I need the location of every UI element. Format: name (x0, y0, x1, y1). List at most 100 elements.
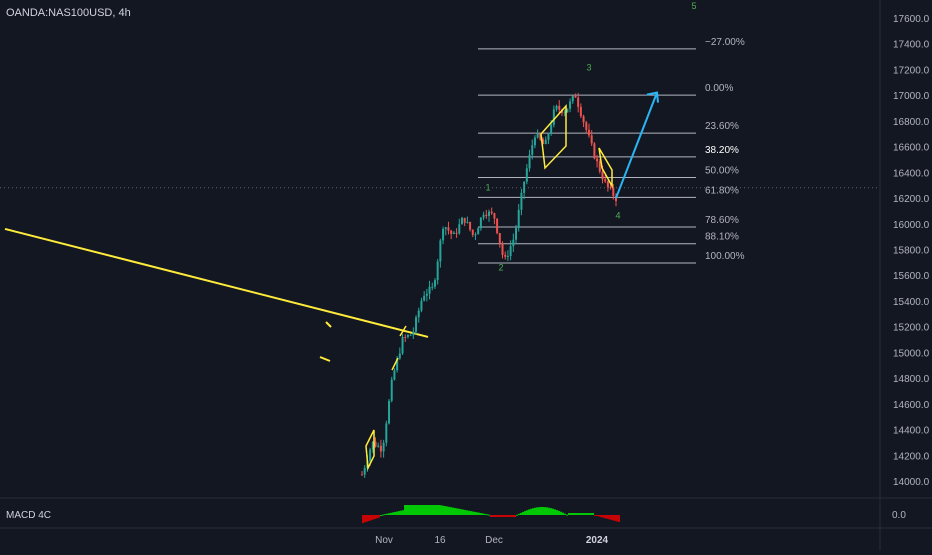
macd-bar (434, 505, 436, 515)
macd-bar (416, 505, 418, 515)
macd-bar (506, 515, 508, 517)
macd-bar (520, 512, 522, 515)
candle-body (488, 211, 490, 216)
price-chart[interactable]: 14000.0 14200.0 14400.0 14600.0 14800.0 15000… (0, 0, 932, 550)
y-tick-label: 15800.0 (893, 246, 930, 257)
macd-bar (526, 510, 528, 515)
macd-bar (394, 511, 396, 515)
macd-bar (468, 510, 470, 515)
macd-bar (362, 515, 364, 523)
macd-bar (574, 513, 576, 515)
candle-body (504, 254, 507, 257)
macd-bar (440, 505, 442, 515)
candle-body (450, 230, 453, 235)
macd-bar (432, 505, 434, 515)
macd-bar (538, 507, 540, 515)
macd-bar (564, 513, 566, 515)
wave-label: 4 (615, 211, 620, 221)
macd-bar (490, 515, 492, 517)
macd-bar (472, 511, 474, 515)
macd-bar (442, 505, 444, 515)
macd-bar (592, 513, 594, 515)
macd-bar (510, 515, 512, 517)
macd-bar (542, 507, 544, 515)
candle-body (415, 317, 418, 332)
candle-body (585, 122, 588, 130)
candle-body (447, 227, 450, 231)
candle-body (439, 240, 442, 262)
candle-body (558, 105, 561, 110)
candle-body (398, 353, 401, 359)
fib-level-label: 38.20% (705, 145, 739, 156)
candle-body (460, 217, 463, 225)
macd-bar (548, 507, 550, 515)
macd-bar (386, 513, 388, 515)
candle-body (474, 234, 477, 236)
wave-label: 5 (691, 1, 696, 11)
fib-level-label: 88.10% (705, 232, 739, 243)
macd-bar (410, 505, 412, 515)
macd-bar (476, 512, 478, 515)
macd-bar (540, 507, 542, 515)
candle-body (515, 228, 518, 240)
macd-bar (532, 508, 534, 515)
macd-bar (392, 512, 394, 515)
macd-bar (420, 505, 422, 515)
candle-body (574, 96, 577, 98)
candle-body (477, 228, 480, 235)
y-tick-label: 14000.0 (893, 477, 930, 488)
macd-bar (608, 515, 610, 520)
candle-body (377, 445, 380, 447)
macd-bar (418, 505, 420, 515)
candle-body (463, 217, 466, 223)
candle-body (525, 168, 528, 182)
candle-body (590, 135, 593, 144)
macd-bar (480, 513, 482, 515)
candle-body (471, 229, 474, 235)
chart-area[interactable]: OANDA:NAS100USD, 4h MACD 4C 0.0 14000.0 1… (0, 0, 932, 550)
candle-body (552, 109, 555, 125)
symbol-title: OANDA:NAS100USD, 4h (6, 7, 131, 19)
fib-level-label: 23.60% (705, 121, 739, 132)
macd-bar (566, 514, 568, 516)
candle-body (509, 246, 512, 256)
candle-body (428, 286, 431, 294)
macd-bar (458, 508, 460, 515)
macd-bar (382, 514, 384, 516)
macd-bar (570, 513, 572, 515)
macd-bar (502, 515, 504, 517)
candle-body (544, 139, 547, 145)
macd-bar (364, 515, 366, 523)
macd-bar (580, 513, 582, 515)
macd-bar (616, 515, 618, 522)
y-tick-label: 15200.0 (893, 323, 930, 334)
candle-body (442, 228, 445, 241)
macd-bar (556, 510, 558, 515)
macd-bar (366, 515, 368, 522)
drawing-mark (325, 321, 332, 328)
macd-bar (444, 506, 446, 515)
macd-bar (368, 515, 370, 521)
macd-bar (546, 507, 548, 515)
macd-bar (594, 515, 596, 516)
y-tick-label: 14400.0 (893, 426, 930, 437)
candle-body (547, 133, 550, 140)
wave-label: 3 (586, 63, 591, 73)
macd-bar (408, 505, 410, 515)
macd-bar (390, 512, 392, 515)
macd-bar (376, 515, 378, 519)
macd-bar (590, 513, 592, 515)
candle-body (390, 379, 393, 401)
macd-bar (370, 515, 372, 521)
candle-body (361, 474, 363, 476)
macd-bar (524, 511, 526, 515)
candle-body (420, 300, 423, 311)
fib-level-label: −27.00% (705, 37, 745, 48)
macd-bar (446, 506, 448, 515)
candle-body (569, 101, 572, 109)
candle-body (587, 129, 590, 136)
macd-bar (414, 505, 416, 515)
candle-body (379, 445, 382, 452)
macd-bar (380, 514, 382, 516)
macd-bar (578, 513, 580, 515)
